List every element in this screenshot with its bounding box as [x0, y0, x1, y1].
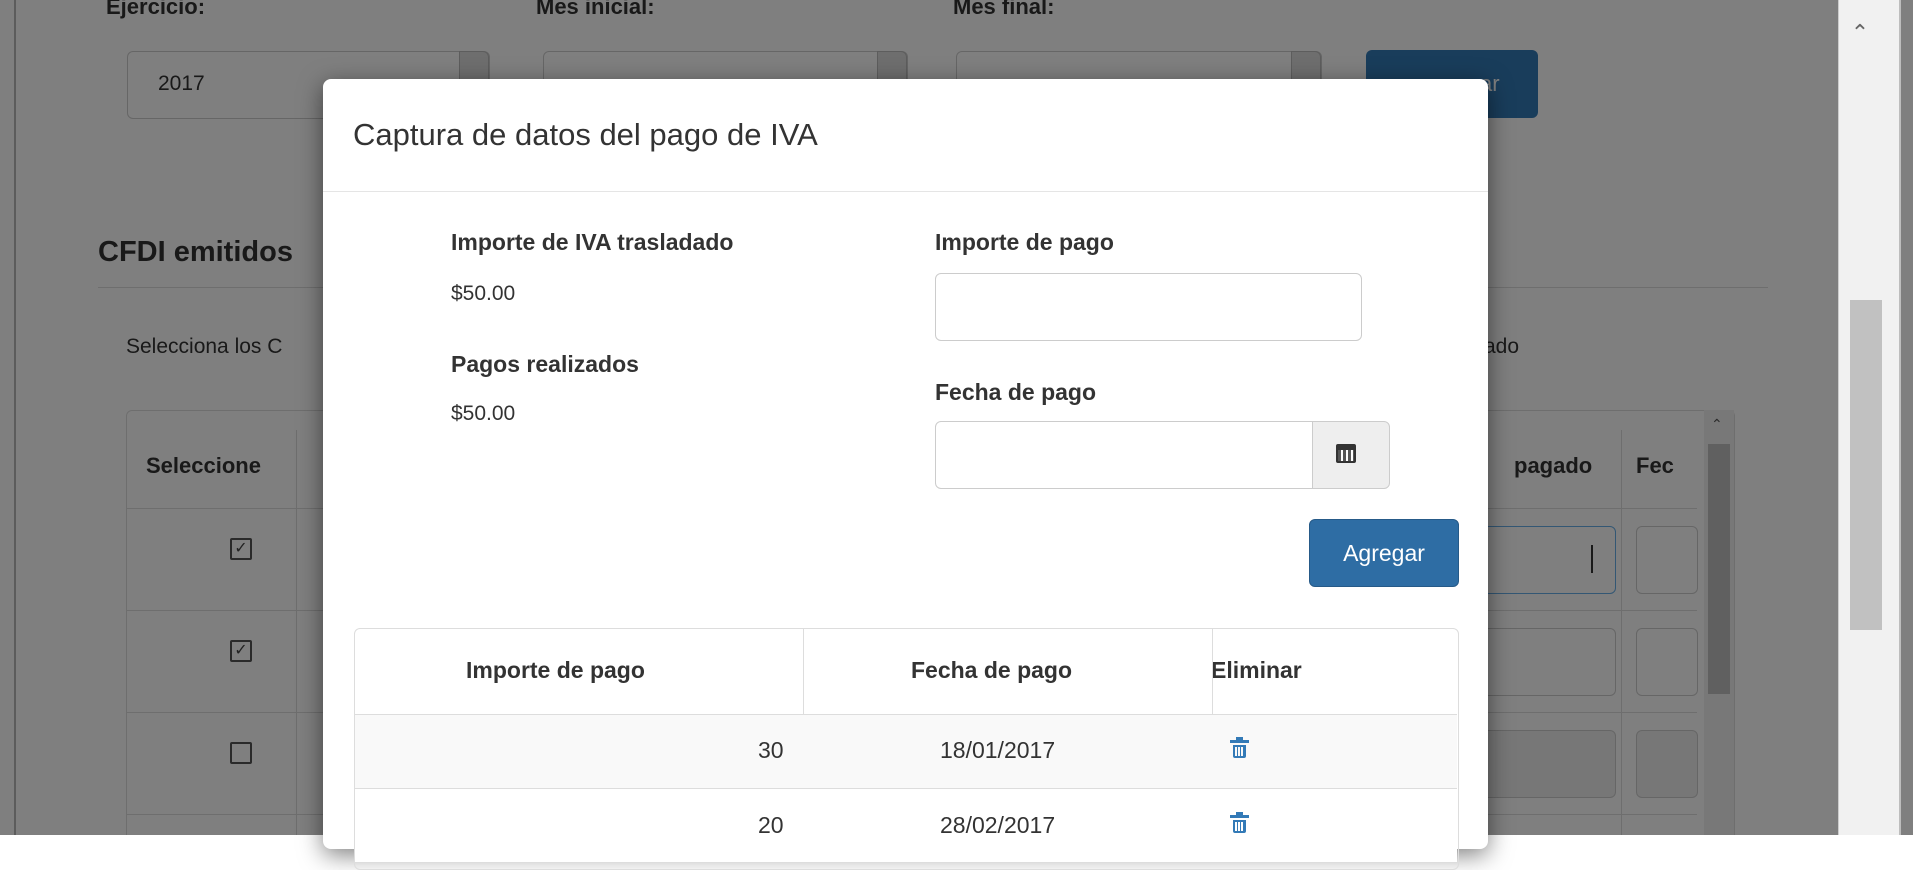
row-fecha: 18/01/2017 [940, 737, 1056, 763]
fecha-pago-label: Fecha de pago [935, 379, 1097, 405]
date-picker-button[interactable] [1312, 421, 1390, 489]
trash-icon[interactable] [1230, 737, 1249, 758]
col-fecha-de-pago: Fecha de pago [911, 657, 1073, 683]
col-importe-de-pago: Importe de pago [466, 657, 645, 683]
page: Ejercicio: Mes inicial: Mes final: 2017 … [0, 0, 1913, 870]
importe-pago-input[interactable] [935, 273, 1362, 341]
importe-pago-label: Importe de pago [935, 229, 1114, 255]
chevron-up-icon[interactable]: ⌃ [1839, 20, 1881, 50]
fecha-pago-input[interactable] [935, 421, 1314, 489]
table-row [355, 788, 1457, 862]
modal-header-divider [323, 191, 1488, 192]
row-importe: 30 [758, 737, 784, 763]
col-eliminar: Eliminar [1211, 657, 1302, 683]
importe-iva-label: Importe de IVA trasladado [451, 229, 734, 255]
pagos-realizados-label: Pagos realizados [451, 351, 639, 377]
modal-title: Captura de datos del pago de IVA [353, 117, 818, 152]
trash-icon[interactable] [1230, 812, 1249, 833]
pagos-realizados-value: $50.00 [451, 402, 516, 425]
table-row [355, 714, 1457, 788]
calendar-icon [1336, 444, 1356, 463]
scrollbar-edge [1899, 0, 1901, 835]
page-scrollbar-thumb[interactable] [1850, 300, 1882, 630]
agregar-button[interactable]: Agregar [1309, 519, 1459, 587]
importe-iva-value: $50.00 [451, 282, 516, 305]
payment-modal: Captura de datos del pago de IVA Importe… [323, 79, 1488, 870]
page-scrollbar[interactable]: ⌃ [1838, 0, 1901, 835]
